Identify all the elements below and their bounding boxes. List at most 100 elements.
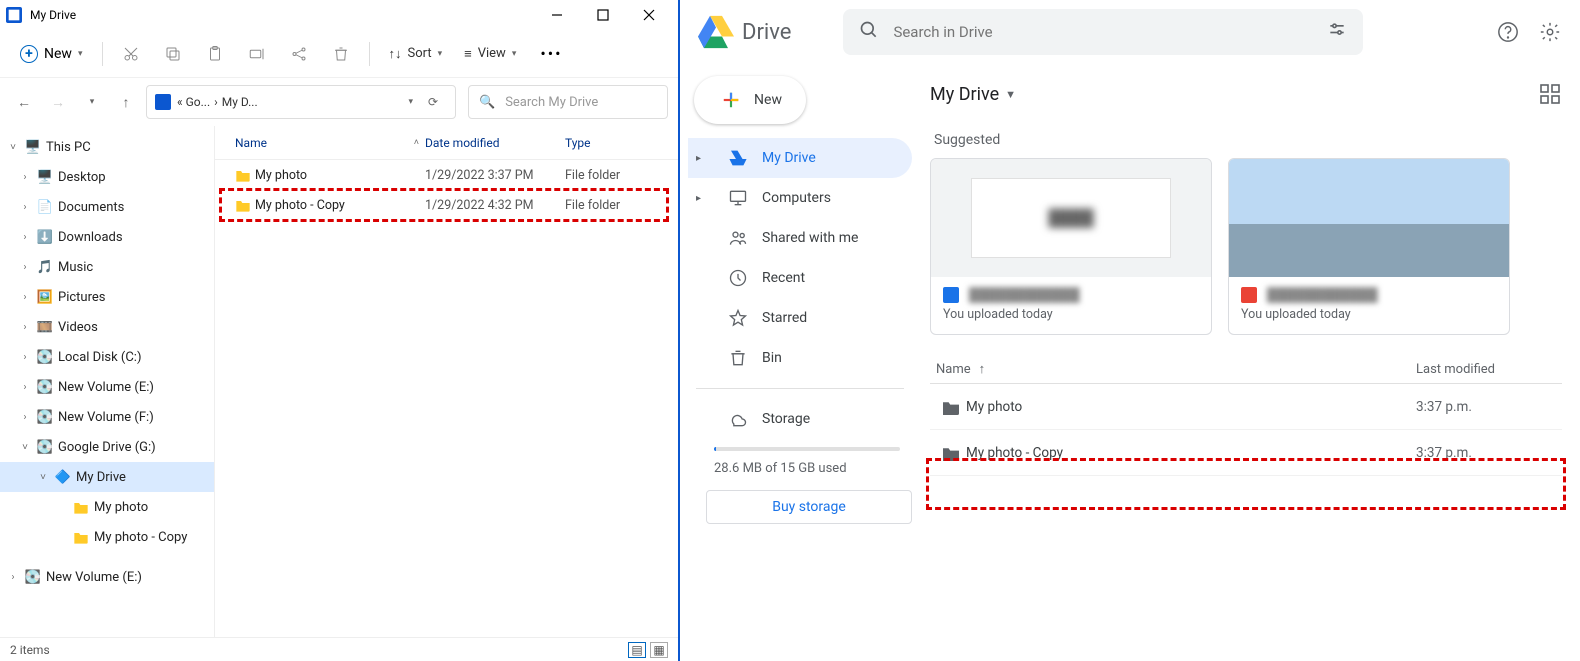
separator <box>369 42 370 66</box>
music-icon: 🎵 <box>36 260 54 275</box>
tree-downloads[interactable]: ›⬇️Downloads <box>0 222 214 252</box>
row-time: 3:37 p.m. <box>1416 445 1556 461</box>
rename-button[interactable] <box>239 36 275 72</box>
breadcrumb-part[interactable]: My D... <box>222 95 258 109</box>
arrow-up-icon: ↑ <box>979 361 986 377</box>
search-placeholder: Search My Drive <box>505 95 598 110</box>
suggested-card[interactable]: ████████████ You uploaded today <box>1228 158 1510 335</box>
storage-meter: 28.6 MB of 15 GB used <box>688 439 912 476</box>
buy-storage-button[interactable]: Buy storage <box>706 490 912 524</box>
separator <box>696 388 904 389</box>
more-button[interactable]: ••• <box>530 40 572 67</box>
cut-button[interactable] <box>113 36 149 72</box>
table-row[interactable]: My photo 3:37 p.m. <box>930 384 1562 430</box>
drive-logo-text: Drive <box>742 20 791 45</box>
nav-row: ← → ▾ ↑ « Go... › My D... ▾ ⟳ 🔍 Search M… <box>0 78 678 126</box>
plus-icon: + <box>20 45 38 63</box>
tree-myphoto[interactable]: ·My photo <box>0 492 214 522</box>
nav-shared[interactable]: ▸Shared with me <box>688 218 912 258</box>
tree-vol-e-2[interactable]: ›💽New Volume (E:) <box>0 562 214 592</box>
address-dropdown[interactable]: ▾ <box>408 97 413 107</box>
forward-button[interactable]: → <box>44 88 72 116</box>
col-modified-header[interactable]: Last modified <box>1416 362 1556 377</box>
copy-button[interactable] <box>155 36 191 72</box>
view-icon: ≡ <box>464 46 472 62</box>
file-explorer-window: My Drive + New ▾ ↑↓ Sort ▾ ≡ View ▾ ••• <box>0 0 680 661</box>
search-input[interactable] <box>893 23 1313 41</box>
storage-text: 28.6 MB of 15 GB used <box>714 461 900 476</box>
card-thumbnail <box>1229 159 1509 277</box>
tree-desktop[interactable]: ›🖥️Desktop <box>0 162 214 192</box>
tree-gdrive[interactable]: ˅💽Google Drive (G:) <box>0 432 214 462</box>
history-dropdown[interactable]: ▾ <box>78 88 106 116</box>
settings-icon[interactable] <box>1538 20 1562 44</box>
drive-new-button[interactable]: New <box>694 76 806 124</box>
col-type-header[interactable]: Type <box>565 136 678 150</box>
drive-icon: 🔷 <box>54 470 72 485</box>
nav-tree: ˅🖥️This PC ›🖥️Desktop ›📄Documents ›⬇️Dow… <box>0 126 215 637</box>
tree-vol-e[interactable]: ›💽New Volume (E:) <box>0 372 214 402</box>
col-name-header[interactable]: Name ↑ <box>936 361 1416 377</box>
search-options-icon[interactable] <box>1327 20 1347 44</box>
view-button[interactable]: ≡ View ▾ <box>456 42 524 66</box>
tree-videos[interactable]: ›🎞️Videos <box>0 312 214 342</box>
layout-toggle[interactable] <box>1538 82 1562 106</box>
sort-button[interactable]: ↑↓ Sort ▾ <box>380 42 450 66</box>
drive-icon: 💽 <box>36 380 54 395</box>
tree-documents[interactable]: ›📄Documents <box>0 192 214 222</box>
maximize-button[interactable] <box>580 0 626 30</box>
icons-view-toggle[interactable]: ▦ <box>650 642 668 658</box>
file-list: Name˄ Date modified Type My photo 1/29/2… <box>215 126 678 637</box>
image-icon <box>1241 287 1257 303</box>
search-bar[interactable] <box>843 9 1363 55</box>
help-icon[interactable] <box>1496 20 1520 44</box>
tree-this-pc[interactable]: ˅🖥️This PC <box>0 132 214 162</box>
drive-logo[interactable]: Drive <box>698 14 791 50</box>
sort-caret-icon: ˄ <box>414 137 419 148</box>
location-title[interactable]: My Drive ▼ <box>930 84 1016 105</box>
up-button[interactable]: ↑ <box>112 88 140 116</box>
documents-icon: 📄 <box>36 200 54 215</box>
delete-button[interactable] <box>323 36 359 72</box>
folder-icon <box>936 445 966 461</box>
nav-starred[interactable]: ▸Starred <box>688 298 912 338</box>
suggested-card[interactable]: ████ ████████████ You uploaded today <box>930 158 1212 335</box>
tree-vol-f[interactable]: ›💽New Volume (F:) <box>0 402 214 432</box>
new-button[interactable]: + New ▾ <box>10 41 92 67</box>
card-thumbnail: ████ <box>931 159 1211 277</box>
breadcrumb-part[interactable]: « Go... <box>177 95 210 109</box>
tree-local-c[interactable]: ›💽Local Disk (C:) <box>0 342 214 372</box>
back-button[interactable]: ← <box>10 88 38 116</box>
nav-my-drive[interactable]: ▸My Drive <box>688 138 912 178</box>
window-title: My Drive <box>30 8 534 22</box>
file-row[interactable]: My photo - Copy 1/29/2022 4:32 PM File f… <box>215 190 678 220</box>
file-type: File folder <box>565 198 678 213</box>
drive-header: Drive <box>680 0 1580 64</box>
paste-button[interactable] <box>197 36 233 72</box>
share-button[interactable] <box>281 36 317 72</box>
google-drive-web: Drive New ▸My Drive ▸Computers ▸Shared w… <box>680 0 1580 661</box>
table-row[interactable]: My photo - Copy 3:37 p.m. <box>930 430 1562 476</box>
refresh-button[interactable]: ⟳ <box>419 95 447 109</box>
tree-mydrive[interactable]: ˅🔷My Drive <box>0 462 214 492</box>
nav-computers[interactable]: ▸Computers <box>688 178 912 218</box>
tree-music[interactable]: ›🎵Music <box>0 252 214 282</box>
file-row[interactable]: My photo 1/29/2022 3:37 PM File folder <box>215 160 678 190</box>
nav-storage[interactable]: ▸Storage <box>688 399 912 439</box>
address-bar[interactable]: « Go... › My D... ▾ ⟳ <box>146 85 456 119</box>
tree-myphoto-copy[interactable]: ·My photo - Copy <box>0 522 214 552</box>
tree-pictures[interactable]: ›🖼️Pictures <box>0 282 214 312</box>
videos-icon: 🎞️ <box>36 320 54 335</box>
nav-recent[interactable]: ▸Recent <box>688 258 912 298</box>
close-button[interactable] <box>626 0 672 30</box>
sort-label: Sort <box>407 46 431 61</box>
col-date-header[interactable]: Date modified <box>425 136 565 150</box>
search-field[interactable]: 🔍 Search My Drive <box>468 85 668 119</box>
nav-bin[interactable]: ▸Bin <box>688 338 912 378</box>
location-icon <box>155 94 171 110</box>
view-label: View <box>478 46 506 61</box>
details-view-toggle[interactable]: ▤ <box>628 642 646 658</box>
minimize-button[interactable] <box>534 0 580 30</box>
suggested-cards: ████ ████████████ You uploaded today ███… <box>930 158 1562 335</box>
col-name-header[interactable]: Name˄ <box>235 136 425 150</box>
